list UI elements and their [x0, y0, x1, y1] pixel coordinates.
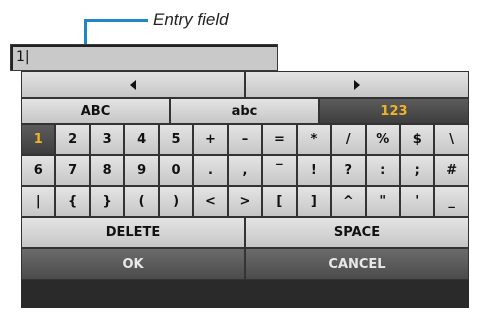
key-row1-10[interactable]: %	[365, 124, 400, 155]
annotation-label: Entry field	[153, 10, 229, 29]
key-row1-12[interactable]: \	[434, 124, 469, 155]
key-row1-2[interactable]: 3	[89, 124, 125, 155]
key-row2-10[interactable]: :	[365, 155, 400, 186]
key-row2-0[interactable]: 6	[21, 155, 56, 186]
key-row2-5[interactable]: .	[193, 155, 228, 186]
key-row1-7[interactable]: =	[262, 124, 297, 155]
tab-numeric[interactable]: 123	[319, 98, 469, 124]
key-row1-9[interactable]: /	[331, 124, 366, 155]
key-row2-8[interactable]: !	[296, 155, 332, 186]
key-row2-11[interactable]: ;	[399, 155, 435, 186]
key-row2-4[interactable]: 0	[158, 155, 194, 186]
key-row3-7[interactable]: [	[262, 186, 297, 217]
key-row-1: 1 2 3 4 5 + – = * /% $ \	[21, 124, 469, 155]
annotation-line-horizontal	[84, 19, 148, 22]
triangle-left-icon	[130, 79, 136, 90]
triangle-right-icon	[354, 79, 360, 90]
key-row3-12[interactable]: _	[434, 186, 469, 217]
key-row3-1[interactable]: {	[55, 186, 90, 217]
key-row3-5[interactable]: <	[193, 186, 228, 217]
entry-field[interactable]: 1|	[10, 44, 278, 71]
key-row1-5[interactable]: +	[193, 124, 228, 155]
key-row1-4[interactable]: 5	[158, 124, 194, 155]
space-button[interactable]: SPACE	[245, 217, 469, 248]
key-row1-3[interactable]: 4	[124, 124, 159, 155]
key-row2-9[interactable]: ?	[331, 155, 366, 186]
key-row3-10[interactable]: "	[365, 186, 400, 217]
key-row3-2[interactable]: }	[89, 186, 125, 217]
keyboard-panel: ABC abc 123 1 2 3 4 5 + – = * /% $ \ 6 7 8 9 0., ‾!?:; # …	[21, 71, 469, 308]
tab-lower[interactable]: abc	[170, 98, 319, 124]
nav-right-button[interactable]	[245, 71, 469, 98]
ok-button[interactable]: OK	[21, 248, 245, 280]
keyboard-bottom-strip	[21, 280, 469, 308]
delete-button[interactable]: DELETE	[21, 217, 245, 248]
action-row-2: OK CANCEL	[21, 248, 469, 280]
key-row3-0[interactable]: |	[21, 186, 56, 217]
tab-upper[interactable]: ABC	[21, 98, 170, 124]
key-row1-0[interactable]: 1	[21, 124, 56, 155]
key-row2-12[interactable]: #	[434, 155, 469, 186]
key-row2-2[interactable]: 8	[89, 155, 125, 186]
action-row-1: DELETE SPACE	[21, 217, 469, 248]
key-row3-11[interactable]: '	[399, 186, 435, 217]
key-row2-7[interactable]: ‾	[262, 155, 297, 186]
key-row-3: |{}() < >[] ^ " ' _	[21, 186, 469, 217]
key-row3-3[interactable]: (	[124, 186, 159, 217]
nav-row	[21, 71, 469, 98]
key-row1-1[interactable]: 2	[55, 124, 90, 155]
key-row2-6[interactable]: ,	[227, 155, 263, 186]
key-row-2: 6 7 8 9 0., ‾!?:; #	[21, 155, 469, 186]
key-row2-1[interactable]: 7	[55, 155, 90, 186]
mode-tabs: ABC abc 123	[21, 98, 469, 124]
key-row3-8[interactable]: ]	[296, 186, 332, 217]
cancel-button[interactable]: CANCEL	[245, 248, 469, 280]
key-row3-9[interactable]: ^	[331, 186, 366, 217]
nav-left-button[interactable]	[21, 71, 245, 98]
key-row1-11[interactable]: $	[399, 124, 435, 155]
key-row3-6[interactable]: >	[227, 186, 263, 217]
key-row1-8[interactable]: *	[296, 124, 332, 155]
key-row2-3[interactable]: 9	[124, 155, 159, 186]
key-row3-4[interactable]: )	[158, 186, 194, 217]
key-row1-6[interactable]: –	[227, 124, 263, 155]
